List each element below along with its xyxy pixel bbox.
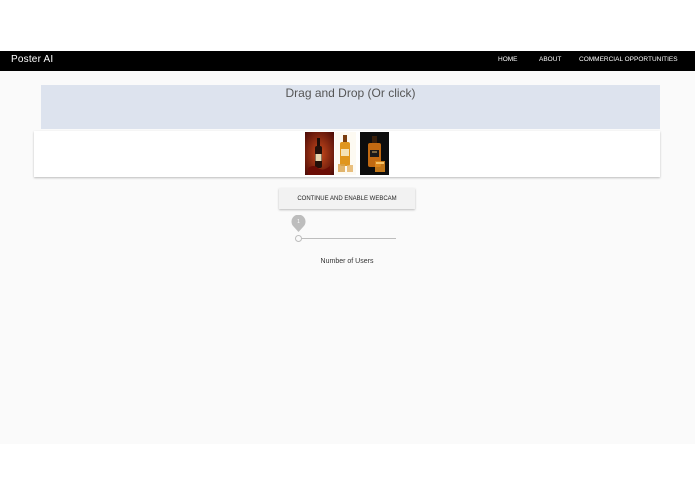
number-of-users-label: Number of Users [320,258,374,265]
whisky-bottle-dark-image [360,132,389,175]
whisky-bottle-image [335,132,356,175]
app-brand[interactable]: Poster AI [11,54,53,65]
wine-bottle-image [305,132,334,175]
nav-about-link[interactable]: ABOUT [539,56,561,63]
nav-home-link[interactable]: HOME [498,56,518,63]
slider-track[interactable] [299,238,396,239]
nav-commercial-link[interactable]: COMMERCIAL OPPORTUNITIES [579,56,678,63]
slider-thumb[interactable] [295,235,302,242]
image-dropzone[interactable]: Drag and Drop (Or click) [41,85,660,129]
dropzone-label: Drag and Drop (Or click) [285,86,416,100]
image-preview-card [34,131,660,177]
slider-value: 1 [297,219,300,225]
continue-enable-webcam-button[interactable]: CONTINUE AND ENABLE WEBCAM [279,188,415,209]
users-slider[interactable]: 1 [291,214,396,244]
app-container: Poster AI HOME ABOUT COMMERCIAL OPPORTUN… [0,51,695,444]
top-navbar: Poster AI HOME ABOUT COMMERCIAL OPPORTUN… [0,51,695,71]
slider-value-bubble: 1 [291,214,306,232]
